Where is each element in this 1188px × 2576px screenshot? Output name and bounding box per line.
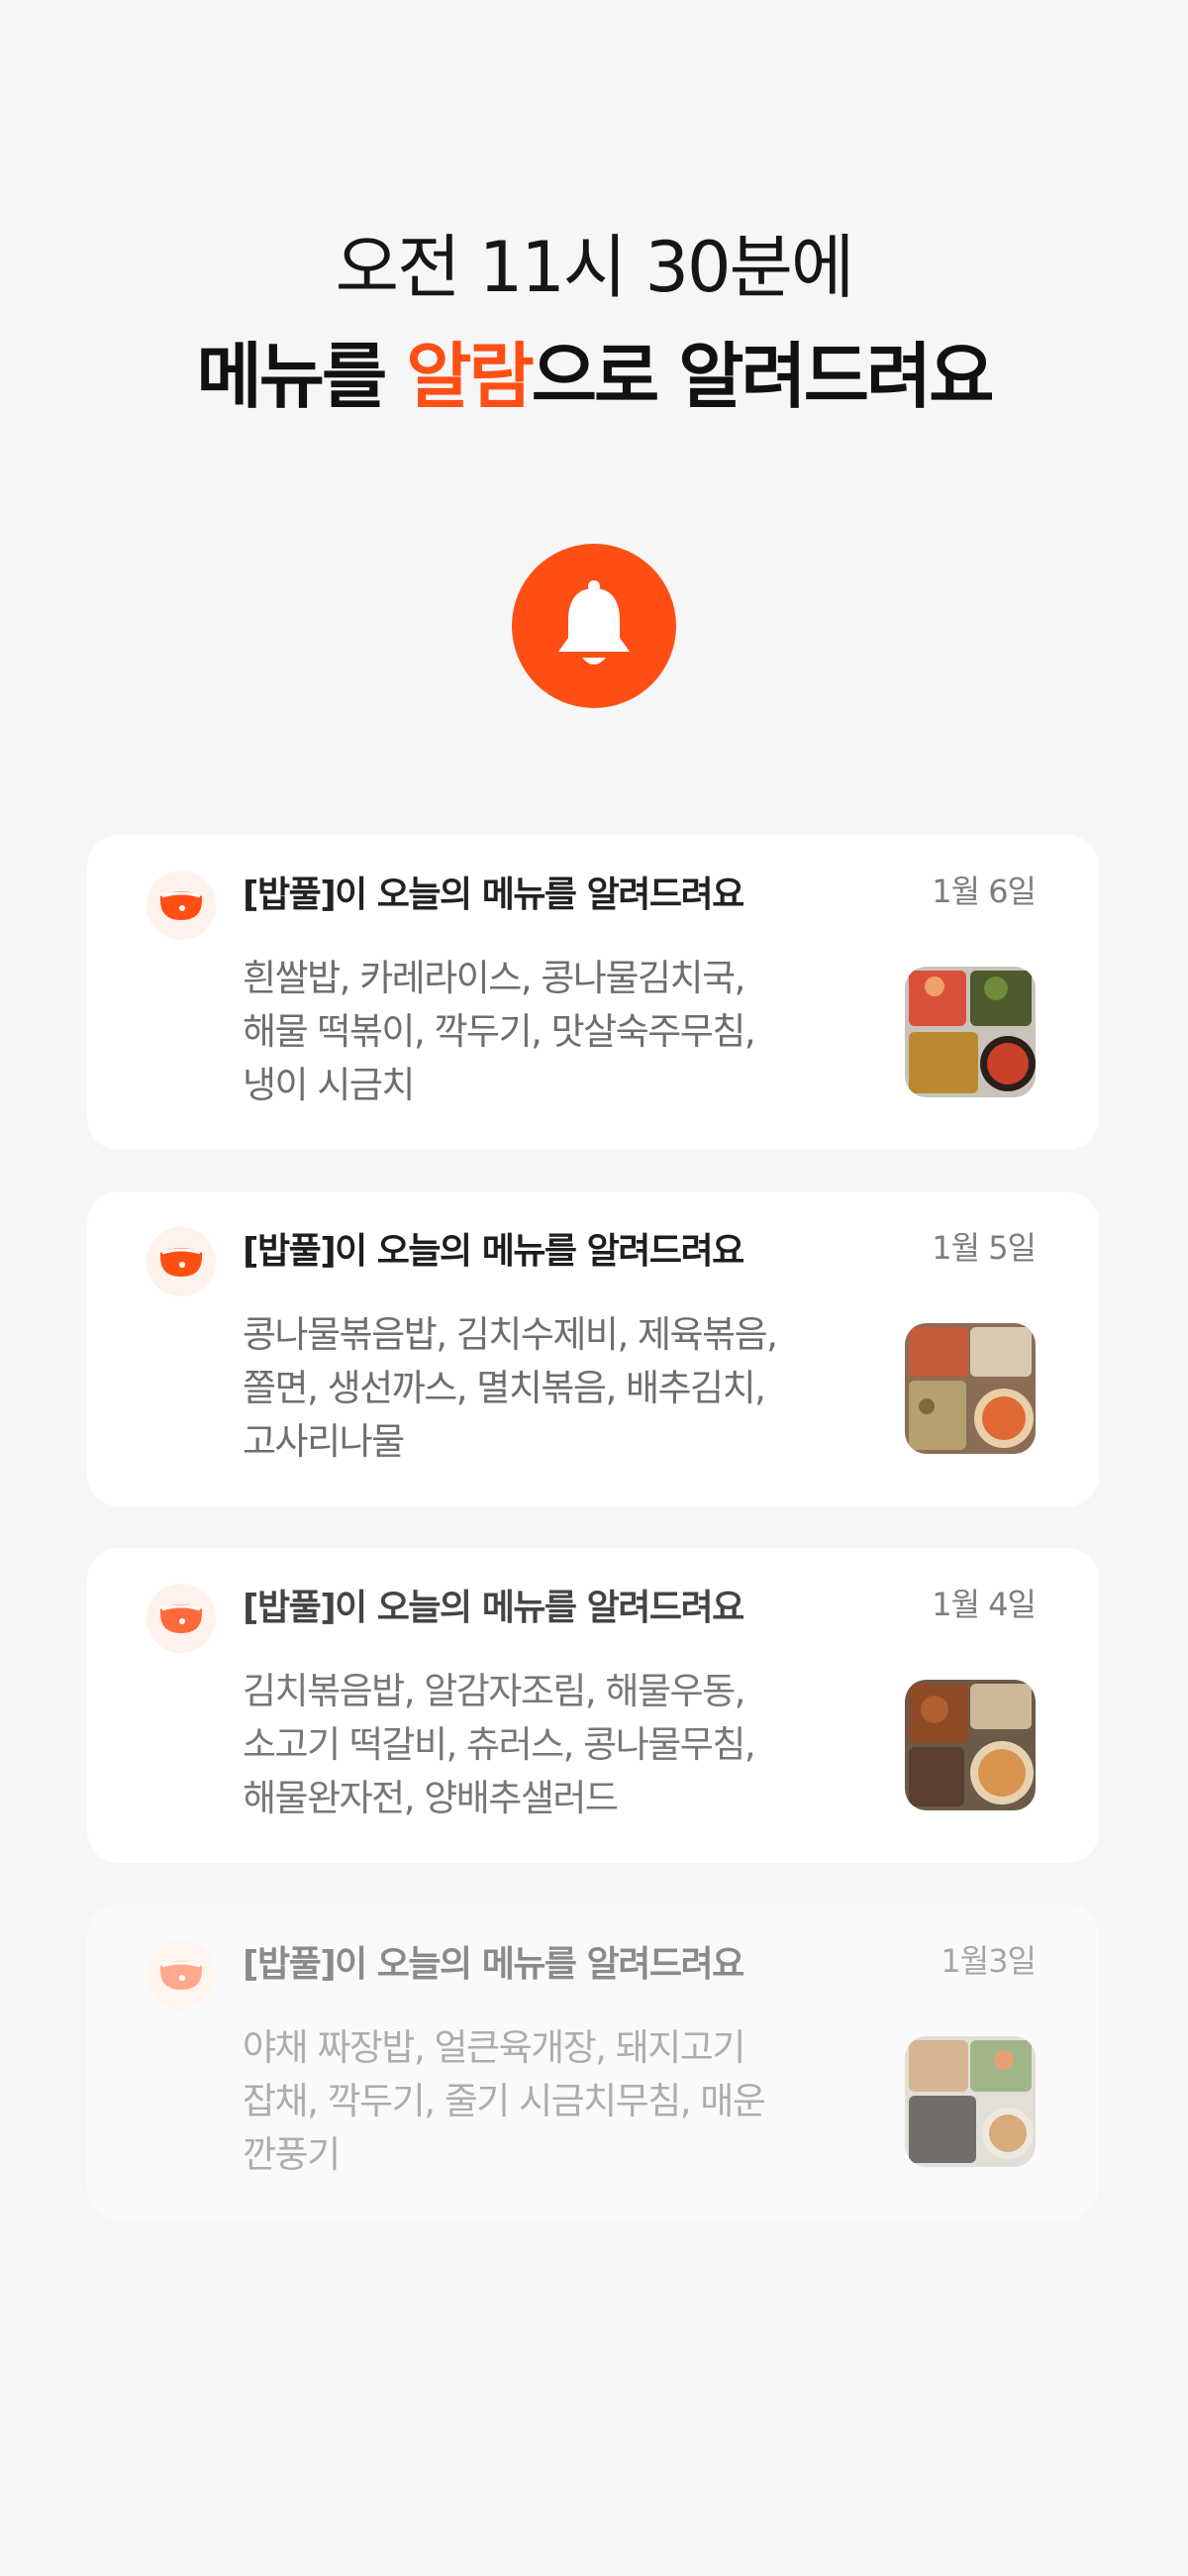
notification-date: 1월 5일 (932, 1229, 1037, 1267)
notification-title: [밥풀]이 오늘의 메뉴를 알려드려요 (243, 1588, 744, 1628)
meal-photo (905, 1323, 1036, 1454)
notification-menu: 야채 짜장밥, 얼큰육개장, 돼지고기 잡채, 깍두기, 줄기 시금치무침, 매… (243, 2026, 766, 2176)
notification-menu: 흰쌀밥, 카레라이스, 콩나물김치국, 해물 떡볶이, 깍두기, 맛살숙주무침,… (243, 957, 756, 1106)
meal-photo (905, 1680, 1036, 1810)
notification-card[interactable]: [밥풀]이 오늘의 메뉴를 알려드려요 1월3일 야채 짜장밥, 얼큰육개장, … (87, 1905, 1099, 2219)
notification-card[interactable]: [밥풀]이 오늘의 메뉴를 알려드려요 1월 6일 흰쌀밥, 카레라이스, 콩나… (87, 835, 1099, 1150)
bell-badge (512, 544, 676, 708)
meal-photo (905, 2036, 1036, 2167)
rice-bowl-icon (160, 1961, 202, 1990)
headline-text: 메뉴를 (196, 335, 407, 418)
notification-date: 1월3일 (940, 1942, 1037, 1980)
rice-bowl-icon (160, 1248, 202, 1277)
app-icon (147, 1227, 216, 1296)
headline-line2: 메뉴를 알람으로 알려드려요 (0, 322, 1188, 431)
notification-menu: 콩나물볶음밥, 김치수제비, 제육볶음, 쫄면, 생선까스, 멸치볶음, 배추김… (243, 1313, 778, 1463)
rice-bowl-icon (160, 1604, 202, 1633)
app-icon (147, 1940, 216, 2009)
notification-card[interactable]: [밥풀]이 오늘의 메뉴를 알려드려요 1월 4일 김치볶음밥, 알감자조림, … (87, 1548, 1099, 1863)
headline: 오전 11시 30분에 메뉴를 알람으로 알려드려요 (0, 213, 1188, 431)
app-icon (147, 871, 216, 940)
headline-accent: 알람 (406, 335, 534, 418)
headline-text-end: 으로 알려드려요 (531, 335, 995, 418)
notification-title: [밥풀]이 오늘의 메뉴를 알려드려요 (243, 1231, 744, 1272)
notification-title: [밥풀]이 오늘의 메뉴를 알려드려요 (243, 1944, 744, 1985)
app-icon (147, 1584, 216, 1653)
notification-card[interactable]: [밥풀]이 오늘의 메뉴를 알려드려요 1월 5일 콩나물볶음밥, 김치수제비,… (87, 1191, 1099, 1506)
notification-date: 1월 4일 (932, 1586, 1037, 1623)
bell-icon (558, 580, 630, 665)
rice-bowl-icon (160, 891, 202, 920)
notification-title: [밥풀]이 오늘의 메뉴를 알려드려요 (243, 875, 744, 915)
meal-photo (905, 967, 1036, 1097)
headline-line1: 오전 11시 30분에 (335, 227, 855, 308)
notification-date: 1월 6일 (932, 873, 1037, 910)
notification-menu: 김치볶음밥, 알감자조림, 해물우동, 소고기 떡갈비, 츄러스, 콩나물무침,… (243, 1670, 756, 1819)
